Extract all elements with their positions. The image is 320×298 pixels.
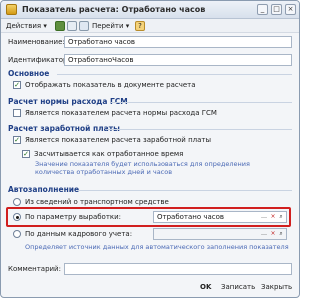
name-input[interactable]: Отработано часов — [64, 36, 292, 48]
help-label: ? — [138, 22, 142, 30]
radio-hr[interactable] — [13, 230, 21, 238]
param-input[interactable]: Отработано часов … × ⌕ — [153, 211, 287, 223]
toolbar: Действия ▾ Перейти ▾ ? — [1, 19, 299, 33]
help-icon[interactable]: ? — [135, 21, 145, 31]
gsm-checkbox[interactable] — [13, 109, 21, 117]
window-title: Показатель расчета: Отработано часов — [22, 5, 206, 14]
section-autofill: Автозаполнение — [8, 185, 80, 194]
save-icon[interactable] — [55, 21, 65, 31]
actions-menu[interactable]: Действия ▾ — [6, 22, 47, 30]
goto-menu[interactable]: Перейти ▾ — [92, 22, 129, 30]
radio-selected-dot — [16, 216, 19, 219]
param-value: Отработано часов — [157, 213, 225, 221]
clear-icon[interactable]: × — [269, 229, 277, 239]
dialog-window: Показатель расчета: Отработано часов _ □… — [0, 0, 300, 298]
radio-param-label: По параметру выработки: — [25, 213, 122, 221]
close-icon[interactable]: × — [285, 4, 296, 15]
identifier-input[interactable]: ОтработаноЧасов — [64, 54, 292, 66]
radio-transport-label: Из сведений о транспортном средстве — [25, 198, 169, 206]
identifier-label: Идентификатор: — [8, 56, 70, 64]
app-icon — [6, 4, 17, 15]
radio-transport[interactable] — [13, 198, 21, 206]
radio-hr-label: По данным кадрового учета: — [25, 230, 133, 238]
section-divider — [57, 74, 292, 75]
open-icon[interactable]: ⌕ — [277, 212, 285, 222]
salary-checkbox[interactable]: ✓ — [13, 136, 21, 144]
section-divider — [77, 190, 292, 191]
show-in-doc-checkbox[interactable]: ✓ — [13, 81, 21, 89]
close-button[interactable]: Закрыть — [261, 283, 292, 295]
section-salary: Расчет заработной платы — [8, 124, 120, 133]
clear-icon[interactable]: × — [269, 212, 277, 222]
radio-param[interactable] — [13, 213, 21, 221]
select-button[interactable]: … — [260, 229, 268, 239]
list-icon[interactable] — [79, 21, 89, 31]
save-button[interactable]: Записать — [221, 283, 255, 295]
show-in-doc-label: Отображать показатель в документе расчет… — [25, 81, 196, 89]
section-main: Основное — [8, 69, 50, 78]
comment-input[interactable] — [64, 263, 292, 275]
maximize-icon[interactable]: □ — [271, 4, 282, 15]
name-label: Наименование: — [8, 38, 65, 46]
worktime-info: Значение показателя будет использоваться… — [35, 160, 250, 176]
autofill-info: Определяет источник данных для автоматич… — [25, 243, 289, 251]
open-icon[interactable]: ⌕ — [277, 229, 285, 239]
comment-label: Комментарий: — [8, 265, 61, 273]
section-gsm: Расчет нормы расхода ГСМ — [8, 97, 128, 106]
gsm-checkbox-label: Является показателем расчета нормы расхо… — [25, 109, 217, 117]
refresh-icon[interactable] — [67, 21, 77, 31]
title-bar: Показатель расчета: Отработано часов _ □… — [1, 1, 299, 19]
salary-checkbox-label: Является показателем расчета заработной … — [25, 136, 212, 144]
ok-button[interactable]: OK — [200, 283, 211, 295]
worktime-checkbox-label: Засчитывается как отработанное время — [34, 150, 184, 158]
hr-input[interactable]: … × ⌕ — [153, 228, 287, 240]
section-divider — [111, 102, 292, 103]
worktime-checkbox[interactable]: ✓ — [22, 150, 30, 158]
select-button[interactable]: … — [260, 212, 268, 222]
section-divider — [107, 129, 292, 130]
minimize-icon[interactable]: _ — [257, 4, 268, 15]
